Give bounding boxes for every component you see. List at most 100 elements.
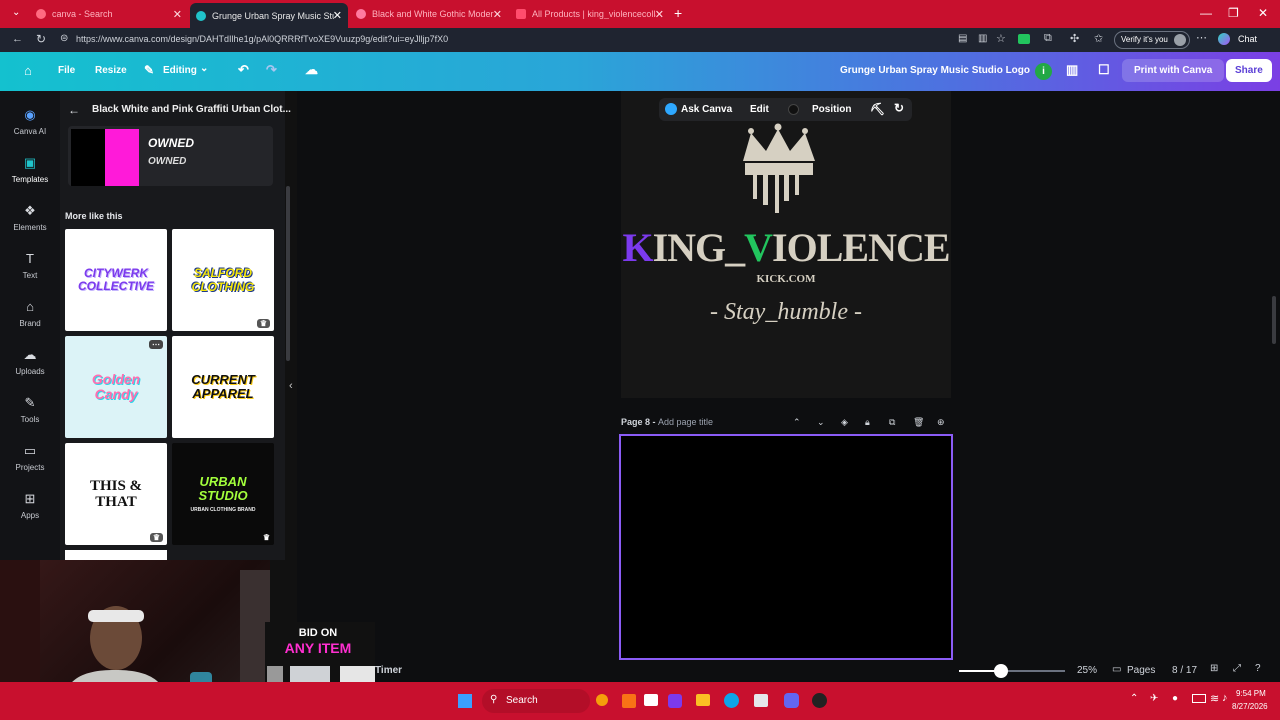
new-tab-button[interactable]: + <box>674 5 682 21</box>
color-swatch[interactable] <box>788 104 799 115</box>
template-thumb-current-apparel[interactable]: CURRENT APPAREL <box>172 336 274 438</box>
minimize-icon[interactable]: — <box>1200 6 1212 20</box>
close-tab-icon[interactable]: ✕ <box>655 8 664 21</box>
chevron-down-icon[interactable]: ⌄ <box>200 63 208 74</box>
rail-templates[interactable]: ▣ Templates <box>0 155 60 184</box>
edit-button[interactable]: Edit <box>750 104 769 115</box>
rail-text[interactable]: T Text <box>0 251 60 280</box>
folder-icon[interactable] <box>696 694 710 706</box>
verify-button[interactable]: Verify it's you <box>1114 31 1190 49</box>
volume-icon[interactable]: ♪ <box>1222 692 1228 704</box>
extensions-icon[interactable]: ⧉ <box>1044 32 1052 45</box>
wifi-icon[interactable]: ≋ <box>1210 692 1219 705</box>
tab-canva-search[interactable]: canva - Search ✕ <box>30 3 188 25</box>
zoom-value[interactable]: 25% <box>1077 665 1097 676</box>
rail-elements[interactable]: ❖ Elements <box>0 203 60 232</box>
undo-icon[interactable]: ↶ <box>238 62 249 78</box>
obs-icon[interactable] <box>812 693 827 708</box>
template-thumb-partial[interactable] <box>65 550 167 560</box>
close-tab-icon[interactable]: ✕ <box>333 9 342 22</box>
back-icon[interactable]: ← <box>12 33 23 45</box>
timer-label[interactable]: Timer <box>375 665 402 676</box>
resize-button[interactable]: Resize <box>95 65 127 76</box>
design-page-7[interactable]: KING_VIOLENCE KICK.COM - Stay_humble - <box>621 91 951 398</box>
template-thumb-golden-candy[interactable]: Golden Candy ⋯ <box>65 336 167 438</box>
delete-icon[interactable]: 🗑︎ <box>913 417 924 428</box>
close-tab-icon[interactable]: ✕ <box>493 8 502 21</box>
microphone-icon[interactable]: ● <box>1172 693 1178 704</box>
favorites-icon[interactable]: ✩ <box>1094 32 1103 45</box>
share-button[interactable]: Share <box>1226 59 1272 82</box>
file-menu[interactable]: File <box>58 65 75 76</box>
cloud-sync-icon[interactable]: ☁ <box>305 62 318 78</box>
lock-icon[interactable]: 🔒︎ <box>865 417 870 428</box>
help-icon[interactable]: ? <box>1255 663 1261 674</box>
widgets-icon[interactable] <box>596 694 608 706</box>
close-window-icon[interactable]: ✕ <box>1258 6 1268 20</box>
template-thumb-this-that[interactable]: THIS & THAT ♛ <box>65 443 167 545</box>
tab-grunge-design[interactable]: Grunge Urban Spray Music Studio ✕ <box>190 3 348 28</box>
tab-all-products[interactable]: All Products | king_violencecollabs ✕ <box>510 3 670 25</box>
redo-icon[interactable]: ↷ <box>266 62 277 78</box>
design-title[interactable]: Grunge Urban Spray Music Studio Logo <box>840 65 1030 76</box>
info-badge[interactable]: i <box>1035 63 1052 80</box>
zoom-slider[interactable] <box>959 664 1065 678</box>
ask-canva-button[interactable]: Ask Canva <box>681 104 732 115</box>
rail-uploads[interactable]: ☁ Uploads <box>0 347 60 376</box>
clock-date[interactable]: 8/27/2026 <box>1232 702 1268 711</box>
add-page-icon[interactable]: ⊕ <box>937 417 945 428</box>
zoom-slider-thumb[interactable] <box>994 664 1009 678</box>
insights-chart-icon[interactable]: ▥ <box>1066 62 1078 78</box>
page-title-field[interactable]: Add page title <box>658 417 713 427</box>
template-thumb-salford[interactable]: SALFORD CLOTHING ♛ <box>172 229 274 331</box>
file-explorer-icon[interactable] <box>644 694 658 706</box>
site-info-icon[interactable]: ⊜ <box>60 33 68 44</box>
more-menu-icon[interactable]: ⋯ <box>1196 31 1207 44</box>
rail-brand[interactable]: ⌂ Brand <box>0 299 60 328</box>
network-icon[interactable]: ✈ <box>1150 693 1158 704</box>
page-count[interactable]: 8 / 17 <box>1172 665 1197 676</box>
clock-time[interactable]: 9:54 PM <box>1236 689 1266 698</box>
home-icon[interactable]: ⌂ <box>24 63 32 78</box>
edge-browser-icon[interactable] <box>724 693 739 708</box>
taskbar-search[interactable]: ⚲ Search <box>482 689 590 713</box>
pages-button[interactable]: Pages <box>1127 665 1155 676</box>
collapse-panel-icon[interactable]: ‹ <box>289 380 293 392</box>
maximize-icon[interactable]: ❐ <box>1228 6 1239 20</box>
discord-icon[interactable] <box>784 693 799 708</box>
comment-icon[interactable]: ☐ <box>1098 62 1110 78</box>
grid-view-icon[interactable]: ⊞ <box>1210 663 1218 674</box>
favorite-star-icon[interactable]: ☆ <box>996 32 1006 45</box>
extension-green-icon[interactable] <box>1018 34 1030 44</box>
battery-icon[interactable] <box>1192 694 1206 703</box>
panel-scrollbar[interactable] <box>286 186 290 361</box>
position-button[interactable]: Position <box>812 104 851 115</box>
template-preview-card[interactable]: OWNED OWNED <box>68 126 273 186</box>
more-options-icon[interactable]: ⋯ <box>149 340 163 349</box>
close-tab-icon[interactable]: ✕ <box>173 8 182 21</box>
move-up-icon[interactable]: ⌃ <box>793 417 801 428</box>
rail-projects[interactable]: ▭ Projects <box>0 443 60 472</box>
collections-icon[interactable]: ▥ <box>978 33 987 44</box>
move-down-icon[interactable]: ⌄ <box>817 417 825 428</box>
refresh-icon[interactable]: ↻ <box>36 32 46 46</box>
rail-tools[interactable]: ✎ Tools <box>0 395 60 424</box>
url-field[interactable]: https://www.canva.com/design/DAHTdIlhe1g… <box>76 34 676 44</box>
copilot-icon[interactable] <box>1218 33 1230 45</box>
task-view-icon[interactable] <box>622 694 636 708</box>
hide-page-icon[interactable]: ◈ <box>841 417 848 428</box>
windows-start-icon[interactable] <box>458 694 472 708</box>
rail-canva-ai[interactable]: ◉ Canva AI <box>0 107 60 136</box>
design-page-8[interactable] <box>619 434 953 660</box>
refresh-design-icon[interactable]: ↻ <box>894 101 904 115</box>
template-thumb-urban-studio[interactable]: URBAN STUDIO URBAN CLOTHING BRAND ♛ <box>172 443 274 545</box>
tab-menu-icon[interactable]: ⌄ <box>12 7 20 18</box>
paint-format-icon[interactable]: ⛏ <box>870 102 885 116</box>
template-thumb-citywerk[interactable]: CITYWERK COLLECTIVE <box>65 229 167 331</box>
store-icon[interactable] <box>754 694 768 707</box>
rail-apps[interactable]: ⊞ Apps <box>0 491 60 520</box>
puzzle-icon[interactable]: ✣ <box>1070 32 1079 45</box>
editing-mode-button[interactable]: Editing <box>163 65 197 76</box>
print-with-canva-button[interactable]: Print with Canva <box>1122 59 1225 82</box>
fullscreen-icon[interactable]: ⤢ <box>1233 663 1241 674</box>
